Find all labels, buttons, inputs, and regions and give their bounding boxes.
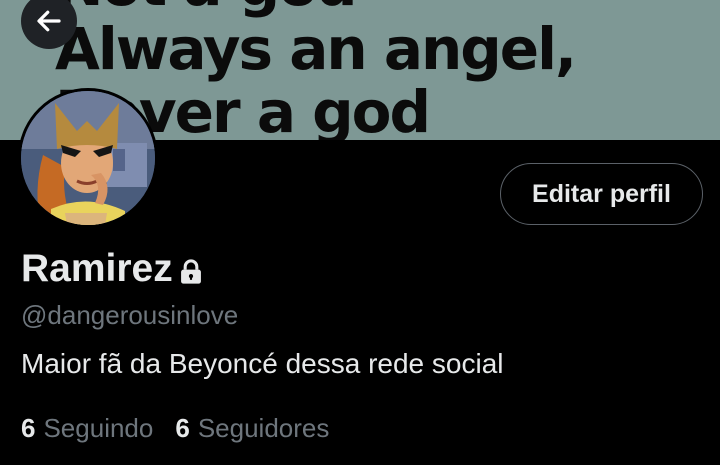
following-count: 6 (21, 413, 36, 443)
arrow-left-icon (37, 10, 61, 32)
following-label: Seguindo (43, 413, 154, 443)
edit-profile-button[interactable]: Editar perfil (500, 163, 703, 225)
banner-text-line: Not a god (55, 0, 358, 14)
followers-link[interactable]: 6 Seguidores (175, 412, 329, 444)
lock-icon (177, 258, 205, 286)
hawkgirl-cartoon-avatar (21, 91, 155, 225)
profile-stats: 6 Seguindo 6 Seguidores (21, 412, 329, 444)
avatar[interactable] (18, 88, 158, 228)
profile-bio: Maior fã da Beyoncé dessa rede social (21, 348, 504, 379)
profile-handle: @dangerousinlove (21, 300, 239, 330)
banner-text-line: Always an angel, (55, 15, 577, 83)
following-link[interactable]: 6 Seguindo (21, 412, 153, 444)
followers-count: 6 (175, 413, 190, 443)
profile-name-row: Ramirez (21, 246, 205, 292)
followers-label: Seguidores (197, 413, 330, 443)
profile-name: Ramirez (21, 247, 173, 290)
